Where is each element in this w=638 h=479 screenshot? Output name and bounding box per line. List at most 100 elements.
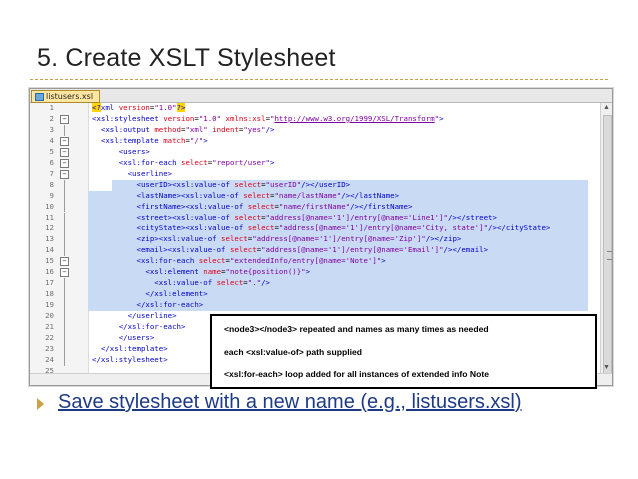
- scrollbar-thumb[interactable]: [603, 115, 612, 377]
- code-token: </xsl:element>: [145, 289, 208, 299]
- line-number: 2: [49, 113, 54, 123]
- code-line[interactable]: 19 </xsl:for-each>: [30, 300, 600, 312]
- fold-guide: [64, 223, 65, 235]
- code-token: </xsl:for-each>: [136, 300, 204, 310]
- code-token: <cityState><xsl:value-of: [136, 223, 248, 233]
- code-token: <xsl:output: [100, 124, 155, 134]
- code-line[interactable]: 2− <xsl:stylesheet version="1.0" xmlns:xs…: [30, 114, 600, 125]
- code-token: "report/user": [212, 157, 271, 167]
- fold-guide: [64, 124, 65, 136]
- code-line[interactable]: 18 </xsl:element>: [30, 289, 600, 301]
- code-text: <?xml version="1.0"?>: [92, 103, 186, 114]
- code-token: <xsl:template: [100, 135, 164, 145]
- code-token: <lastName><xsl:value-of: [136, 190, 244, 200]
- code-text: <xsl:template match="/">: [92, 136, 208, 147]
- code-token: </xsl:stylesheet>: [92, 354, 168, 364]
- code-line[interactable]: 16− <xsl:element name="note{position()}"…: [30, 267, 600, 278]
- code-token: <email><xsl:value-of: [136, 245, 230, 255]
- title-divider: [30, 79, 608, 80]
- code-token: />: [265, 124, 275, 134]
- code-line[interactable]: 10 <firstName><xsl:value-of select="name…: [30, 201, 600, 213]
- fold-guide: [64, 354, 65, 366]
- fold-toggle-icon[interactable]: −: [60, 169, 69, 179]
- code-text: <xsl:stylesheet version="1.0" xmlns:xsl=…: [92, 114, 444, 125]
- code-text: </xsl:element>: [92, 289, 208, 300]
- scroll-up-icon[interactable]: ▲: [601, 103, 612, 113]
- code-token: indent: [212, 124, 239, 134]
- code-line[interactable]: 14 <email><xsl:value-of select="address[…: [30, 245, 600, 257]
- fold-toggle-icon[interactable]: −: [60, 136, 69, 146]
- line-number: 1: [49, 103, 54, 112]
- code-line[interactable]: 13 <zip><xsl:value-of select="address[@n…: [30, 234, 600, 246]
- code-token: </xsl:for-each>: [118, 322, 186, 331]
- code-line[interactable]: 15− <xsl:for-each select="extendedInfo/e…: [30, 256, 600, 267]
- code-token: select: [234, 179, 262, 189]
- code-token: "1.0": [154, 103, 177, 112]
- code-token: select: [198, 256, 226, 266]
- callout-line-2: each <xsl:value-of> path supplied: [224, 347, 363, 357]
- code-line[interactable]: 7− <userline>: [30, 169, 600, 180]
- line-number: 22: [45, 332, 54, 342]
- line-number: 3: [49, 124, 54, 134]
- fold-toggle-icon[interactable]: −: [60, 257, 69, 267]
- code-token: xml: [100, 103, 119, 112]
- code-text: </xsl:template>: [92, 344, 168, 355]
- code-line[interactable]: 4− <xsl:template match="/">: [30, 136, 600, 147]
- code-token: >: [270, 157, 275, 167]
- code-line[interactable]: 9 <lastName><xsl:value-of select="name/l…: [30, 190, 600, 202]
- fold-toggle-icon[interactable]: −: [60, 147, 69, 157]
- line-number: 7: [49, 168, 54, 178]
- code-token: <?: [92, 103, 101, 112]
- code-line[interactable]: 12 <cityState><xsl:value-of select="addr…: [30, 223, 600, 235]
- code-token: </xsl:template>: [100, 343, 168, 353]
- fold-toggle-icon[interactable]: −: [60, 114, 69, 124]
- line-number: 15: [45, 256, 54, 266]
- code-text: <street><xsl:value-of select="address[@n…: [92, 213, 497, 224]
- code-line[interactable]: 5− <users>: [30, 147, 600, 158]
- code-token: version: [163, 113, 195, 123]
- fold-toggle-icon[interactable]: −: [60, 268, 69, 278]
- line-number: 20: [45, 311, 54, 321]
- code-line[interactable]: 8 <userID><xsl:value-of select="userID"/…: [30, 179, 600, 191]
- code-token: /></firstName>: [350, 201, 413, 211]
- code-token: /></street>: [447, 212, 497, 222]
- code-token: "address[@name='1']/entry[@name='City, s…: [278, 223, 489, 233]
- annotation-callout: <node3></node3> repeated and names as ma…: [210, 314, 597, 389]
- code-line[interactable]: 1 <?xml version="1.0"?>: [30, 103, 600, 114]
- code-line[interactable]: 17 <xsl:value-of select="."/>: [30, 278, 600, 290]
- code-token: <userID><xsl:value-of: [136, 179, 235, 189]
- code-token: ?>: [176, 103, 186, 112]
- code-token: >: [439, 113, 444, 123]
- code-token: "xml": [185, 124, 213, 134]
- code-text: <xsl:for-each select="report/user">: [92, 157, 275, 169]
- code-token: >: [381, 256, 386, 266]
- fold-guide: [64, 179, 65, 191]
- code-token: <street><xsl:value-of: [136, 212, 235, 222]
- bullet-arrow-icon: [37, 398, 44, 410]
- fold-toggle-icon[interactable]: −: [60, 158, 69, 168]
- code-text: </userline>: [92, 311, 177, 322]
- code-line[interactable]: 3 <xsl:output method="xml" indent="yes"/…: [30, 124, 600, 136]
- vertical-scrollbar[interactable]: ▲ ▼: [600, 103, 612, 377]
- line-number: 6: [49, 157, 54, 167]
- code-text: <userline>: [92, 169, 173, 180]
- code-line[interactable]: 6− <xsl:for-each select="report/user">: [30, 158, 600, 169]
- code-token: select: [247, 223, 275, 233]
- code-line[interactable]: 11 <street><xsl:value-of select="address…: [30, 212, 600, 224]
- code-token: <xsl:for-each: [136, 256, 199, 266]
- code-text: <email><xsl:value-of select="address[@na…: [92, 245, 489, 256]
- scroll-down-icon[interactable]: ▼: [601, 363, 612, 373]
- code-token: <xsl:element: [145, 267, 204, 277]
- line-number: 16: [45, 267, 54, 277]
- editor-tab[interactable]: listusers.xsl: [31, 90, 101, 103]
